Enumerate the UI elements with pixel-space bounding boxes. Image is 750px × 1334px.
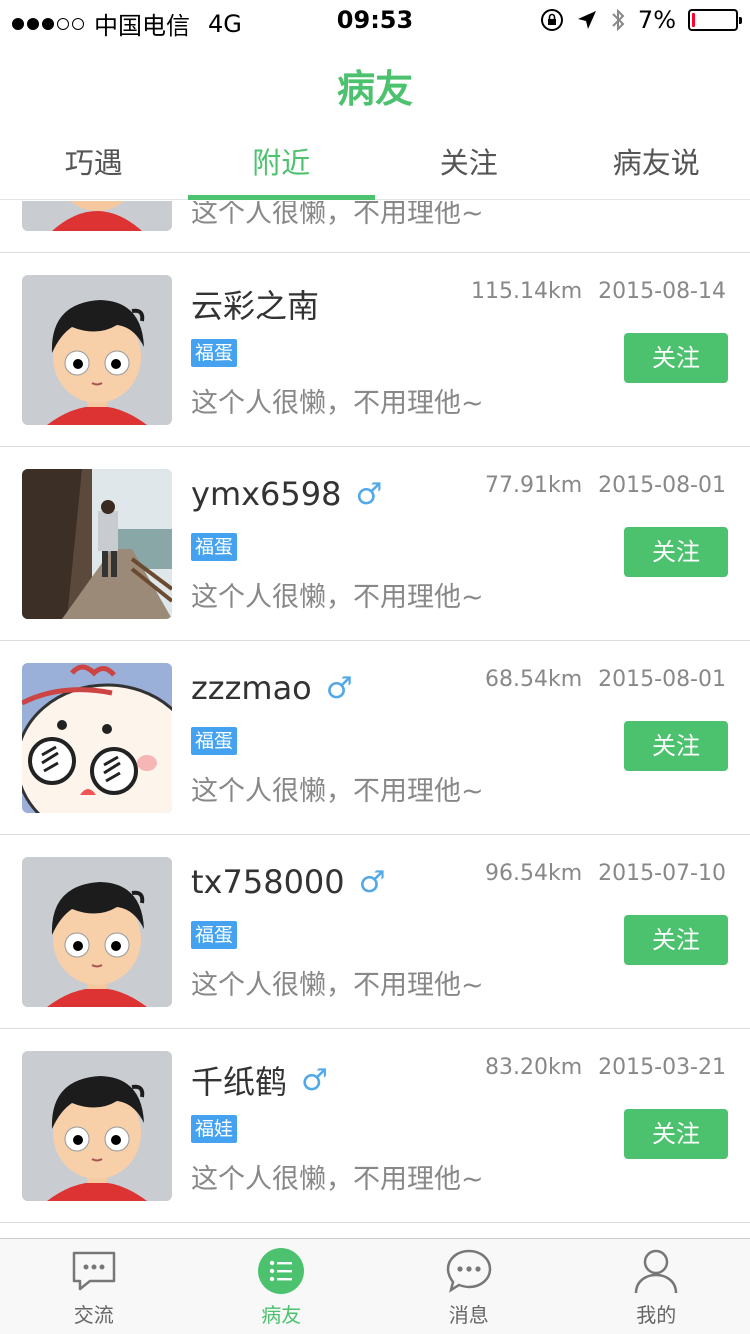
user-tag: 福蛋 — [191, 727, 238, 755]
orientation-lock-icon — [540, 9, 563, 31]
chat-bubble-icon — [72, 1251, 115, 1291]
user-name[interactable]: zzzmao — [191, 669, 312, 707]
distance: 83.20km — [484, 1055, 583, 1080]
user-tag: 福蛋 — [191, 339, 238, 367]
follow-button[interactable]: 关注 — [624, 333, 728, 383]
distance: 96.54km — [484, 861, 583, 886]
profile-icon — [635, 1249, 678, 1294]
distance: 68.54km — [484, 667, 583, 692]
avatar[interactable] — [22, 275, 172, 425]
user-name[interactable]: 千纸鹤 — [191, 1057, 287, 1103]
distance: 115.14km — [470, 279, 583, 304]
follow-button[interactable]: 关注 — [624, 915, 728, 965]
tab-encounter[interactable]: 巧遇 — [0, 130, 188, 199]
list-item[interactable]: 千纸鹤 ♂ 福娃 这个人很懒，不用理他~ 83.20km 2015-03-21 … — [0, 1029, 750, 1223]
male-icon: ♂ — [325, 670, 353, 706]
bottom-tab-bar: 交流 病友 消息 我的 — [0, 1238, 750, 1334]
avatar[interactable] — [22, 201, 172, 231]
list-item[interactable]: tx758000 ♂ 福蛋 这个人很懒，不用理他~ 96.54km 2015-0… — [0, 835, 750, 1029]
status-bar: 中国电信 4G 09:53 7% — [0, 0, 750, 40]
top-tabs: 巧遇 附近 关注 病友说 — [0, 130, 750, 200]
tabbar-item-me[interactable]: 我的 — [563, 1239, 750, 1334]
page-title: 病友 — [336, 67, 413, 111]
tabbar-label: 我的 — [636, 1303, 677, 1327]
user-bio: 这个人很懒，不用理他~ — [191, 970, 484, 1001]
user-name[interactable]: tx758000 — [191, 863, 345, 901]
list-item[interactable]: zzzmao ♂ 福蛋 这个人很懒，不用理他~ 68.54km 2015-08-… — [0, 641, 750, 835]
user-tag: 福蛋 — [191, 533, 238, 561]
battery-percent: 7% — [637, 6, 676, 34]
bluetooth-icon — [612, 8, 625, 32]
user-list[interactable]: 这个人很懒，不用理他~ 云彩之南 福蛋 这个人很懒，不用理他~ 115.14km… — [0, 201, 750, 1237]
location-arrow-icon — [577, 11, 596, 29]
user-name[interactable]: 云彩之南 — [191, 281, 319, 327]
tabbar-label: 交流 — [73, 1303, 114, 1327]
user-name[interactable]: ymx6598 — [191, 475, 341, 513]
user-bio: 这个人很懒，不用理他~ — [191, 1164, 484, 1195]
date: 2015-08-14 — [598, 279, 726, 304]
date: 2015-08-01 — [598, 473, 726, 498]
follow-button[interactable]: 关注 — [624, 721, 728, 771]
date: 2015-03-21 — [598, 1055, 726, 1080]
distance: 77.91km — [484, 473, 583, 498]
battery-icon — [688, 9, 742, 31]
follow-button[interactable]: 关注 — [624, 527, 728, 577]
list-item[interactable]: ymx6598 ♂ 福蛋 这个人很懒，不用理他~ 77.91km 2015-08… — [0, 447, 750, 641]
message-icon — [446, 1249, 492, 1293]
tabbar-item-messages[interactable]: 消息 — [375, 1239, 563, 1334]
user-bio: 这个人很懒，不用理他~ — [191, 388, 484, 419]
avatar[interactable] — [22, 857, 172, 1007]
tab-following[interactable]: 关注 — [375, 130, 563, 199]
user-bio: 这个人很懒，不用理他~ — [191, 776, 484, 807]
male-icon: ♂ — [301, 1062, 328, 1098]
avatar[interactable] — [22, 469, 172, 619]
tab-patient-talk[interactable]: 病友说 — [563, 130, 750, 199]
tab-nearby[interactable]: 附近 — [187, 130, 376, 200]
male-icon: ♂ — [358, 864, 386, 900]
tabbar-item-chat[interactable]: 交流 — [0, 1239, 188, 1334]
avatar[interactable] — [22, 1051, 172, 1201]
user-tag: 福蛋 — [191, 921, 238, 949]
date: 2015-07-10 — [598, 861, 726, 886]
user-tag: 福娃 — [191, 1115, 238, 1143]
male-icon: ♂ — [355, 476, 383, 512]
tabbar-label: 消息 — [448, 1303, 489, 1327]
follow-button[interactable]: 关注 — [624, 1109, 728, 1159]
avatar[interactable] — [22, 663, 172, 813]
list-icon — [258, 1248, 305, 1294]
date: 2015-08-01 — [598, 667, 726, 692]
tabbar-item-patients[interactable]: 病友 — [188, 1239, 376, 1334]
list-item[interactable]: 这个人很懒，不用理他~ — [0, 201, 750, 253]
tabbar-label: 病友 — [261, 1303, 302, 1327]
list-item[interactable]: 云彩之南 福蛋 这个人很懒，不用理他~ 115.14km 2015-08-14 … — [0, 253, 750, 447]
user-bio: 这个人很懒，不用理他~ — [191, 201, 484, 229]
user-bio: 这个人很懒，不用理他~ — [191, 582, 484, 613]
